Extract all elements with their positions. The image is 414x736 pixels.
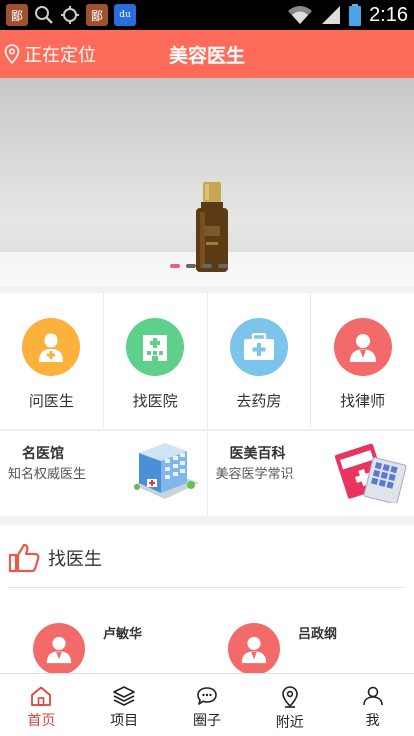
- lawyer-icon: [333, 318, 392, 376]
- carousel-dot[interactable]: [202, 264, 212, 268]
- find-doctor-section: 找医生 卢敏华 吕政纲: [0, 525, 414, 675]
- layers-icon: [113, 686, 135, 706]
- shortcut-label: 找律师: [340, 392, 386, 410]
- serum-bottle-image: [196, 182, 228, 272]
- app-icon-2: 鄙: [86, 4, 108, 26]
- medkit-icon: [229, 318, 288, 376]
- card-subtitle: 美容医学常识: [215, 467, 294, 482]
- section-title: 找医生: [48, 549, 102, 570]
- shortcut-label: 找医院: [132, 392, 178, 410]
- shortcut-label: 问医生: [28, 392, 74, 410]
- status-bar: 鄙 鄙 du 2:16: [0, 0, 414, 30]
- tab-home[interactable]: 首页: [0, 674, 83, 736]
- baidu-icon: du: [114, 4, 136, 26]
- thumbs-up-icon: [8, 543, 40, 573]
- user-icon: [362, 686, 383, 706]
- search-icon: [35, 6, 53, 24]
- card-title: 名医馆: [22, 446, 64, 462]
- app-icon-1: 鄙: [6, 4, 28, 26]
- shortcut-ask-doctor[interactable]: 问医生: [0, 293, 104, 429]
- tab-nearby[interactable]: 附近: [248, 674, 331, 736]
- doctor-name: 卢敏华: [103, 627, 143, 642]
- home-icon: [31, 686, 52, 706]
- user-avatar-icon: [241, 636, 267, 664]
- shortcut-pharmacy[interactable]: 去药房: [208, 293, 312, 429]
- divider: [8, 587, 404, 588]
- medical-cards-illustration: [334, 443, 407, 503]
- tab-me[interactable]: 我: [331, 674, 414, 736]
- location-selector[interactable]: 正在定位: [4, 30, 96, 78]
- notification-icons: 鄙 鄙 du: [6, 4, 136, 26]
- clock: 2:16: [369, 3, 408, 26]
- shortcut-label: 去药房: [236, 392, 282, 410]
- doctor-name: 吕政纲: [298, 627, 338, 642]
- shortcut-find-lawyer[interactable]: 找律师: [311, 293, 414, 429]
- shortcut-grid: 问医生 找医院 去药房 找律师: [0, 293, 414, 429]
- tab-label: 附近: [275, 715, 304, 731]
- card-title: 医美百科: [229, 446, 286, 462]
- tab-projects[interactable]: 项目: [83, 674, 166, 736]
- target-icon: [61, 6, 79, 24]
- signal-icon: [322, 6, 341, 24]
- feature-cards: 名医馆 知名权威医生 医美百科 美容医学常识: [0, 430, 414, 516]
- doctor-card[interactable]: 吕政纲: [220, 613, 400, 675]
- location-label: 正在定位: [24, 45, 96, 66]
- shortcut-find-hospital[interactable]: 找医院: [104, 293, 208, 429]
- doctor-card[interactable]: 卢敏华: [25, 613, 205, 675]
- famous-doctors-card[interactable]: 名医馆 知名权威医生: [0, 431, 208, 516]
- carousel-dot[interactable]: [218, 264, 228, 268]
- avatar: [33, 623, 85, 675]
- wifi-icon: [288, 6, 313, 24]
- tab-circle[interactable]: 圈子: [166, 674, 249, 736]
- hospital-building-illustration: [132, 443, 199, 499]
- banner-carousel[interactable]: [0, 78, 414, 286]
- battery-icon: [349, 4, 362, 26]
- chat-icon: [197, 687, 217, 705]
- beauty-encyclopedia-card[interactable]: 医美百科 美容医学常识: [208, 431, 414, 516]
- carousel-indicator: [170, 264, 228, 268]
- carousel-dot[interactable]: [170, 264, 180, 268]
- tab-label: 项目: [110, 713, 139, 729]
- tab-label: 我: [365, 713, 380, 729]
- location-icon: [281, 686, 298, 708]
- section-header: 找医生: [8, 543, 102, 573]
- doctor-icon: [22, 318, 81, 376]
- tab-label: 首页: [27, 713, 56, 729]
- user-avatar-icon: [46, 636, 72, 664]
- avatar: [228, 623, 280, 675]
- card-subtitle: 知名权威医生: [8, 467, 87, 482]
- hospital-icon: [126, 318, 185, 376]
- location-pin-icon: [4, 44, 20, 64]
- tab-label: 圈子: [192, 713, 221, 729]
- bottom-tab-bar: 首页 项目 圈子 附近 我: [0, 673, 414, 736]
- app-header: 正在定位 美容医生: [0, 30, 414, 78]
- carousel-dot[interactable]: [186, 264, 196, 268]
